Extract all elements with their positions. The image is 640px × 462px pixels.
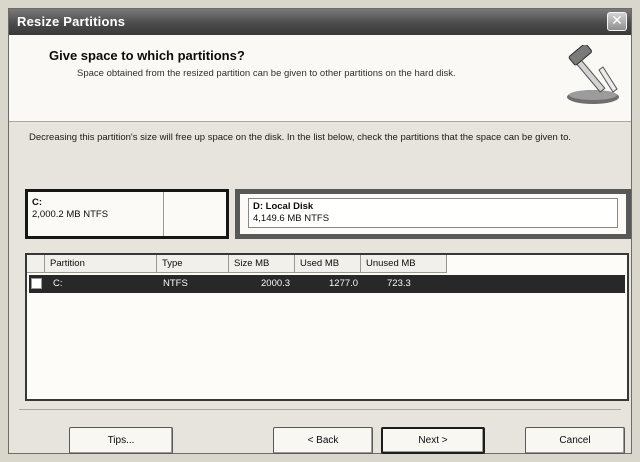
cell-type: NTFS — [163, 278, 188, 289]
cell-unused: 723.3 — [387, 278, 411, 289]
partition-d-name: D: Local Disk — [253, 201, 314, 212]
window-title: Resize Partitions — [17, 14, 126, 29]
wizard-hammer-icon — [567, 45, 619, 104]
partition-checkbox[interactable] — [31, 278, 42, 289]
partition-c-free-divider — [163, 192, 164, 236]
cell-used: 1277.0 — [329, 278, 359, 289]
title-bar[interactable]: Resize Partitions ✕ — [9, 9, 631, 35]
partition-d-block[interactable]: D: Local Disk 4,149.6 MB NTFS — [235, 189, 631, 239]
close-button[interactable]: ✕ — [607, 12, 627, 31]
resize-partitions-dialog: Resize Partitions ✕ Give space to which … — [8, 8, 632, 454]
partition-list[interactable]: Partition Type Size MB Used MB Unused MB… — [25, 253, 629, 401]
tips-button[interactable]: Tips... — [69, 427, 173, 454]
wizard-header: Give space to which partitions? Space ob… — [9, 35, 631, 122]
column-header-check — [27, 255, 45, 273]
column-header-unused[interactable]: Unused MB — [361, 255, 447, 273]
footer-divider — [19, 409, 621, 410]
next-button[interactable]: Next > — [381, 427, 485, 454]
back-button[interactable]: < Back — [273, 427, 373, 454]
header-heading: Give space to which partitions? — [49, 48, 245, 63]
header-subheading: Space obtained from the resized partitio… — [77, 68, 456, 79]
column-header-used[interactable]: Used MB — [295, 255, 361, 273]
partition-d-details: 4,149.6 MB NTFS — [253, 213, 330, 224]
cell-partition: C: — [53, 278, 63, 289]
cell-size: 2000.3 — [261, 278, 291, 289]
partition-c-details: 2,000.2 MB NTFS — [32, 209, 109, 220]
column-header-type[interactable]: Type — [157, 255, 229, 273]
cancel-button[interactable]: Cancel — [525, 427, 625, 454]
table-row[interactable]: C: NTFS 2000.3 1277.0 723.3 — [29, 275, 625, 293]
column-header-size[interactable]: Size MB — [229, 255, 295, 273]
partition-c-name: C: — [32, 197, 43, 208]
partition-c-block[interactable]: C: 2,000.2 MB NTFS — [25, 189, 229, 239]
instruction-text: Decreasing this partition's size will fr… — [29, 132, 572, 143]
column-headers: Partition Type Size MB Used MB Unused MB — [27, 255, 627, 275]
column-header-partition[interactable]: Partition — [45, 255, 157, 273]
partition-d-inner: D: Local Disk 4,149.6 MB NTFS — [248, 198, 618, 228]
